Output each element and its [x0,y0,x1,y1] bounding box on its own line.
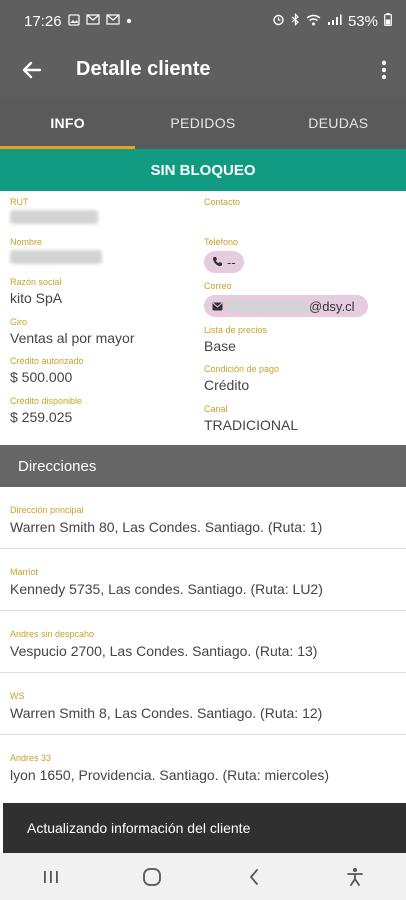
wifi-icon [306,13,321,30]
snackbar: Actualizando información del cliente [3,803,406,853]
status-bar: 17:26 53% [0,0,406,42]
giro-value: Ventas al por mayor [10,330,135,346]
battery-percent: 53% [347,12,378,30]
accessibility-button[interactable] [325,853,385,900]
gmail-notification-icon-2 [105,14,120,28]
rut-field: RUT [10,197,98,227]
canal-value: TRADICIONAL [204,417,299,433]
address-item[interactable]: Andres 33 lyon 1650, Providencia. Santia… [0,735,406,797]
block-status-banner: SIN BLOQUEO [0,149,406,191]
razon-social-label: Razón social [10,277,62,287]
credito-autorizado-label: Crédito autorizado [10,356,84,366]
address-item[interactable]: Marriot Kennedy 5735, Las condes. Santia… [0,549,406,611]
telefono-label: Teléfono [204,237,239,247]
condicion-pago-value: Crédito [204,377,250,393]
lte-signal-icon [327,13,342,30]
contacto-field: Contacto [204,197,240,210]
arrow-left-icon [22,61,42,78]
status-time: 17:26 [24,12,62,30]
direcciones-header: Direcciones [0,445,406,487]
chevron-left-icon [249,868,258,885]
bluetooth-icon [291,12,300,30]
giro-field: Giro Ventas al por mayor [10,317,135,346]
recent-apps-icon [43,870,58,883]
razon-social-field: Razón social kito SpA [10,277,62,306]
address-label: Andres 33 [10,753,52,763]
overflow-menu-button[interactable] [362,42,406,97]
tab-deudas[interactable]: DEUDAS [271,97,406,149]
condicion-pago-label: Condición de pago [204,364,280,374]
lista-precios-field: Lista de precios Base [204,325,267,354]
tab-info[interactable]: INFO [0,97,136,149]
correo-label: Correo [204,281,232,291]
system-back-button[interactable] [224,853,284,900]
nombre-value [10,250,102,267]
phone-icon [212,255,223,270]
system-nav-bar [0,853,406,900]
back-button[interactable] [0,42,64,97]
app-bar: Detalle cliente [0,42,406,97]
battery-icon [384,12,392,30]
telefono-value: -- [227,254,236,270]
credito-disponible-value: $ 259.025 [10,409,73,425]
redacted-nombre [10,250,102,264]
credito-autorizado-value: $ 500.000 [10,369,73,385]
alarm-icon [272,13,285,30]
telefono-chip[interactable]: -- [204,251,244,273]
giro-label: Giro [10,317,28,327]
redacted-email-user [227,300,309,312]
credito-autorizado-field: Crédito autorizado $ 500.000 [10,356,84,385]
rut-value [10,210,98,227]
tab-pedidos[interactable]: PEDIDOS [135,97,270,149]
address-label: WS [10,691,25,701]
home-button[interactable] [122,853,182,900]
credito-disponible-field: Crédito disponible $ 259.025 [10,396,82,425]
address-value: lyon 1650, Providencia. Santiago. (Ruta:… [10,767,330,783]
nombre-label: Nombre [10,237,43,247]
correo-value: @dsy.cl [309,298,355,314]
snackbar-text: Actualizando información del cliente [27,820,251,836]
email-icon [212,299,223,314]
address-value: Warren Smith 80, Las Condes. Santiago. (… [10,519,323,535]
tab-bar: INFO PEDIDOS DEUDAS [0,97,406,149]
nombre-field: Nombre [10,237,102,267]
home-icon [143,867,162,886]
client-info: RUT Nombre Razón social kito SpA Giro Ve… [0,191,406,445]
gallery-notification-icon [67,13,80,29]
correo-chip[interactable]: @dsy.cl [204,295,368,317]
gmail-notification-icon [85,14,100,28]
more-notifications-dot-icon [126,15,132,27]
contacto-label: Contacto [204,197,241,207]
address-value: Kennedy 5735, Las condes. Santiago. (Rut… [10,581,323,597]
redacted-rut [10,210,98,224]
address-value: Warren Smith 8, Las Condes. Santiago. (R… [10,705,323,721]
address-item[interactable]: Andres sin despcaho Vespucio 2700, Las C… [0,611,406,673]
canal-label: Canal [204,404,228,414]
lista-precios-value: Base [204,338,236,354]
address-item[interactable]: WS Warren Smith 8, Las Condes. Santiago.… [0,673,406,735]
more-vertical-icon [381,60,387,79]
address-list: Dirección principal Warren Smith 80, Las… [0,487,406,797]
recent-apps-button[interactable] [21,853,81,900]
rut-label: RUT [10,197,29,207]
address-label: Andres sin despcaho [10,629,95,639]
page-title: Detalle cliente [76,58,211,80]
credito-disponible-label: Crédito disponible [10,396,83,406]
canal-field: Canal TRADICIONAL [204,404,298,433]
lista-precios-label: Lista de precios [204,325,268,335]
accessibility-icon [347,867,364,886]
address-label: Marriot [10,567,39,577]
telefono-field: Teléfono -- [204,237,244,273]
condicion-pago-field: Condición de pago Crédito [204,364,279,393]
address-value: Vespucio 2700, Las Condes. Santiago. (Ru… [10,643,318,659]
address-item[interactable]: Dirección principal Warren Smith 80, Las… [0,487,406,549]
address-label: Dirección principal [10,505,84,515]
correo-field: Correo @dsy.cl [204,281,368,317]
razon-social-value: kito SpA [10,290,63,306]
